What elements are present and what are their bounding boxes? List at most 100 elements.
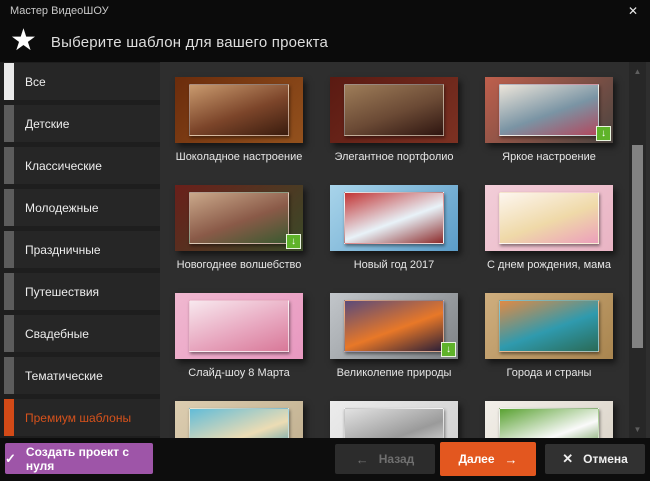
accent-bar (4, 315, 14, 352)
wizard-window: Мастер ВидеоШОУ ✕ ★ Выберите шаблон для … (0, 0, 650, 481)
window-title: Мастер ВидеоШОУ (10, 5, 109, 17)
template-card[interactable] (175, 401, 303, 438)
template-title: Шоколадное настроение (175, 151, 303, 163)
close-icon[interactable]: ✕ (628, 5, 638, 17)
template-title: Новогоднее волшебство (176, 259, 302, 271)
accent-bar (4, 63, 14, 100)
template-card[interactable]: Шоколадное настроение (175, 77, 303, 163)
sidebar-item-label: Свадебные (14, 315, 160, 352)
thumbnail-photo (189, 300, 289, 352)
thumbnail-photo (189, 192, 289, 244)
template-thumbnail[interactable] (175, 77, 303, 143)
check-icon: ✓ (5, 450, 16, 466)
thumbnail-photo (499, 300, 599, 352)
template-card[interactable] (330, 401, 458, 438)
cancel-button[interactable]: ✕ Отмена (545, 444, 645, 474)
template-thumbnail[interactable] (330, 185, 458, 251)
sidebar-item-all[interactable]: Все (0, 63, 160, 100)
template-card[interactable]: Города и страны (485, 293, 613, 379)
thumbnail-photo (499, 84, 599, 136)
sidebar-item-label: Детские (14, 105, 160, 142)
template-thumbnail[interactable]: ↓ (485, 77, 613, 143)
back-button-label: Назад (378, 452, 415, 466)
thumbnail-photo (189, 408, 289, 438)
thumbnail-photo (344, 300, 444, 352)
header: ★ Выберите шаблон для вашего проекта (0, 22, 650, 62)
back-button[interactable]: ← Назад (335, 444, 435, 474)
thumbnail-photo (499, 192, 599, 244)
sidebar-item-thematic[interactable]: Тематические (0, 357, 160, 394)
template-card[interactable]: ↓ Великолепие природы (330, 293, 458, 379)
sidebar-item-holiday[interactable]: Праздничные (0, 231, 160, 268)
category-sidebar: Все Детские Классические Молодежные Празднич… (0, 62, 160, 438)
template-card[interactable]: Новый год 2017 (330, 185, 458, 271)
sidebar-item-label: Праздничные (14, 231, 160, 268)
cancel-button-label: Отмена (583, 452, 628, 466)
sidebar-item-label: Премиум шаблоны (14, 399, 160, 436)
template-thumbnail[interactable] (485, 185, 613, 251)
sidebar-item-youth[interactable]: Молодежные (0, 189, 160, 226)
title-bar: Мастер ВидеоШОУ ✕ (0, 0, 650, 22)
template-title: Великолепие природы (336, 367, 452, 379)
sidebar-item-wedding[interactable]: Свадебные (0, 315, 160, 352)
footer-bar: ✓ Создать проект с нуля ← Назад Далее → … (0, 438, 650, 481)
next-button[interactable]: Далее → (440, 442, 536, 476)
template-thumbnail[interactable] (485, 293, 613, 359)
sidebar-item-label: Молодежные (14, 189, 160, 226)
scroll-up-icon[interactable]: ▲ (629, 64, 646, 78)
template-card[interactable]: ↓ Новогоднее волшебство (175, 185, 303, 271)
thumbnail-photo (189, 84, 289, 136)
template-title: Яркое настроение (502, 151, 596, 163)
scroll-down-icon[interactable]: ▼ (629, 422, 646, 436)
next-arrow-icon: → (504, 451, 518, 467)
download-badge-icon: ↓ (441, 342, 456, 357)
template-title: С днем рождения, мама (487, 259, 611, 271)
download-badge-icon: ↓ (286, 234, 301, 249)
star-icon: ★ (10, 23, 37, 57)
sidebar-item-label: Путешествия (14, 273, 160, 310)
template-gallery: Шоколадное настроение Элегантное портфоли… (160, 62, 650, 438)
template-title: Города и страны (506, 367, 592, 379)
thumbnail-photo (344, 408, 444, 438)
template-thumbnail[interactable] (330, 401, 458, 438)
cancel-x-icon: ✕ (562, 451, 574, 466)
download-badge-icon: ↓ (596, 126, 611, 141)
template-card[interactable] (485, 401, 613, 438)
sidebar-item-label: Классические (14, 147, 160, 184)
template-grid: Шоколадное настроение Элегантное портфоли… (160, 62, 650, 438)
accent-bar (4, 273, 14, 310)
sidebar-item-travel[interactable]: Путешествия (0, 273, 160, 310)
sidebar-item-kids[interactable]: Детские (0, 105, 160, 142)
accent-bar (4, 105, 14, 142)
template-thumbnail[interactable] (485, 401, 613, 438)
template-thumbnail[interactable]: ↓ (175, 185, 303, 251)
template-card[interactable]: ↓ Яркое настроение (485, 77, 613, 163)
template-thumbnail[interactable] (175, 293, 303, 359)
create-from-scratch-button[interactable]: ✓ Создать проект с нуля (5, 443, 153, 474)
create-button-label: Создать проект с нуля (25, 444, 130, 473)
template-thumbnail[interactable] (175, 401, 303, 438)
next-button-label: Далее (458, 452, 495, 466)
thumbnail-photo (344, 192, 444, 244)
template-title: Новый год 2017 (353, 259, 435, 271)
accent-bar (4, 189, 14, 226)
scrollbar-thumb[interactable] (632, 145, 643, 348)
template-card[interactable]: С днем рождения, мама (485, 185, 613, 271)
template-title: Слайд-шоу 8 Марта (188, 367, 290, 379)
template-thumbnail[interactable]: ↓ (330, 293, 458, 359)
accent-bar (4, 357, 14, 394)
thumbnail-photo (344, 84, 444, 136)
template-thumbnail[interactable] (330, 77, 458, 143)
thumbnail-photo (499, 408, 599, 438)
main-area: Все Детские Классические Молодежные Празднич… (0, 62, 650, 438)
sidebar-item-premium[interactable]: Премиум шаблоны (0, 399, 160, 436)
template-title: Элегантное портфолио (334, 151, 454, 163)
accent-bar (4, 147, 14, 184)
sidebar-item-label: Тематические (14, 357, 160, 394)
vertical-scrollbar[interactable]: ▲ ▼ (629, 62, 646, 438)
page-title: Выберите шаблон для вашего проекта (50, 33, 329, 51)
sidebar-item-classic[interactable]: Классические (0, 147, 160, 184)
accent-bar (4, 399, 14, 436)
template-card[interactable]: Элегантное портфолио (330, 77, 458, 163)
template-card[interactable]: Слайд-шоу 8 Марта (175, 293, 303, 379)
